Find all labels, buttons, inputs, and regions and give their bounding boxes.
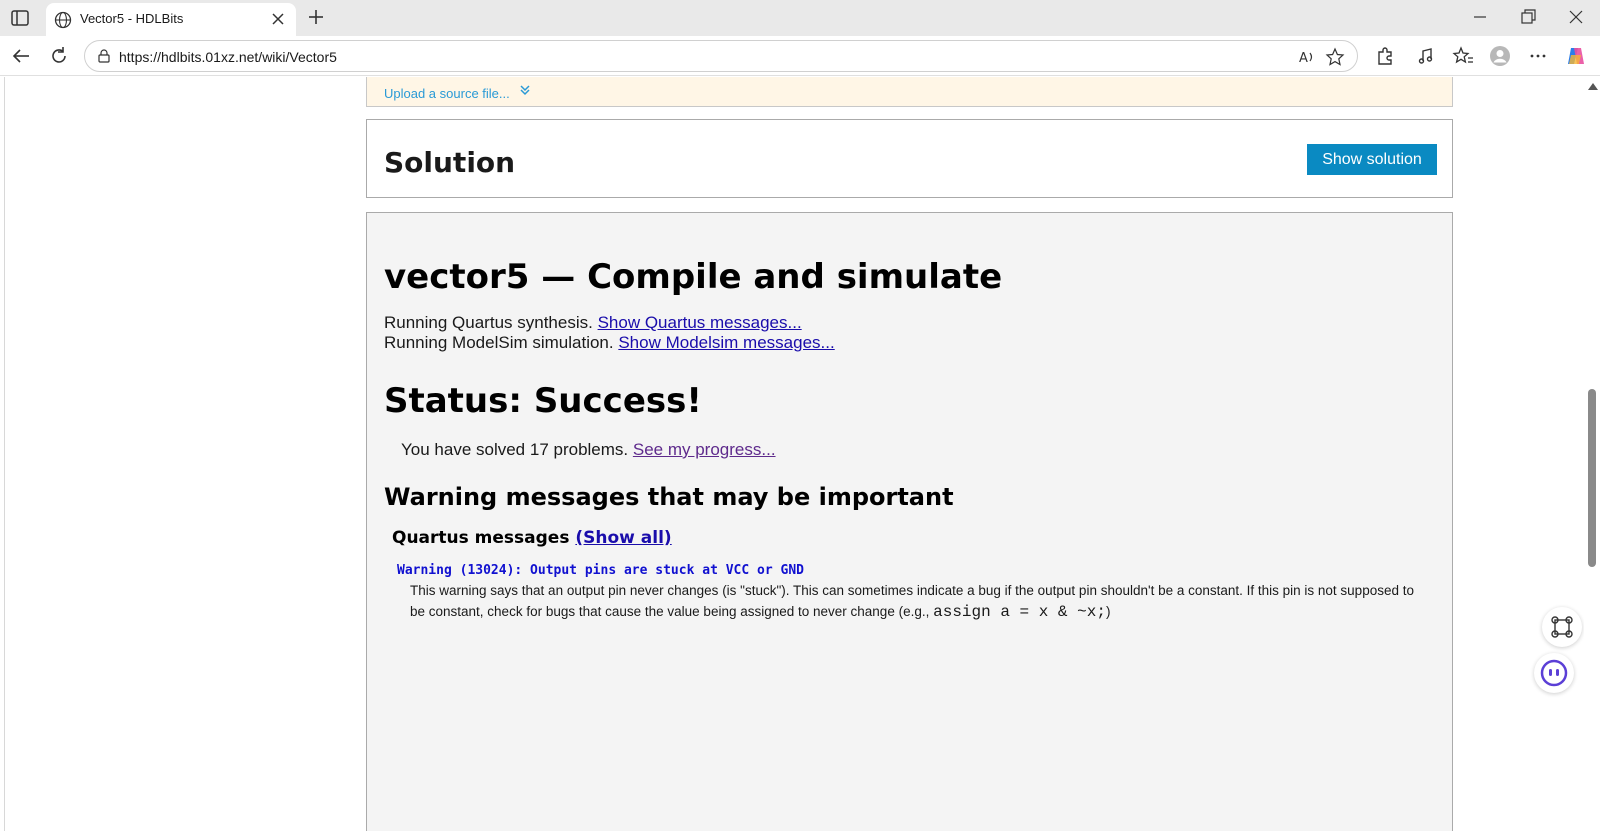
vertical-scrollbar[interactable]	[1584, 77, 1600, 831]
quartus-status-line: Running Quartus synthesis. Show Quartus …	[384, 313, 802, 333]
show-modelsim-messages-link[interactable]: Show Modelsim messages...	[618, 333, 834, 352]
show-quartus-messages-link[interactable]: Show Quartus messages...	[598, 313, 802, 332]
warning-code-example: assign a = x & ~x;	[933, 603, 1106, 621]
favorites-icon[interactable]	[1452, 45, 1474, 67]
upload-panel: Upload a source file...	[366, 77, 1453, 107]
read-aloud-icon[interactable]: A	[1297, 47, 1317, 67]
new-tab-icon[interactable]	[306, 7, 326, 27]
media-control-icon[interactable]	[1415, 45, 1437, 67]
restore-icon[interactable]	[1518, 7, 1538, 27]
solution-heading: Solution	[384, 146, 516, 179]
solved-count-text: You have solved 17 problems.	[401, 440, 629, 459]
site-info-lock-icon[interactable]	[97, 49, 111, 63]
extensions-puzzle-icon[interactable]	[1374, 45, 1396, 67]
page-viewport: Upload a source file... Solution Show so…	[0, 77, 1584, 831]
address-toolbar: https://hdlbits.01xz.net/wiki/Vector5 A	[0, 36, 1600, 76]
floating-apps-button[interactable]	[1542, 607, 1582, 647]
warning-description-text: This warning says that an output pin nev…	[410, 583, 1414, 619]
command-icon	[1551, 616, 1573, 638]
more-options-icon[interactable]	[1527, 45, 1549, 67]
url-text[interactable]: https://hdlbits.01xz.net/wiki/Vector5	[119, 49, 337, 65]
favorite-star-icon[interactable]	[1325, 47, 1345, 67]
minimize-icon[interactable]	[1470, 7, 1490, 27]
quartus-messages-label: Quartus messages	[392, 528, 570, 548]
tab-strip: Vector5 - HDLBits	[0, 0, 1600, 36]
address-field[interactable]: https://hdlbits.01xz.net/wiki/Vector5 A	[84, 40, 1358, 72]
scrollbar-thumb[interactable]	[1588, 389, 1596, 567]
copilot-icon[interactable]	[1565, 45, 1587, 67]
double-chevron-down-icon[interactable]	[519, 84, 531, 96]
browser-tab[interactable]: Vector5 - HDLBits	[46, 3, 296, 36]
close-tab-icon[interactable]	[270, 11, 286, 27]
floating-assistant-button[interactable]	[1534, 653, 1574, 693]
svg-text:A: A	[1299, 51, 1308, 66]
warning-code: Warning (13024): Output pins are stuck a…	[397, 563, 804, 578]
reload-icon[interactable]	[48, 45, 70, 67]
close-window-icon[interactable]	[1566, 7, 1586, 27]
modelsim-status-text: Running ModelSim simulation.	[384, 333, 614, 352]
warning-description-end: )	[1105, 604, 1111, 619]
quartus-messages-heading: Quartus messages (Show all)	[392, 528, 672, 548]
show-all-link[interactable]: (Show all)	[575, 528, 671, 548]
status-heading: Status: Success!	[384, 381, 702, 421]
see-my-progress-link[interactable]: See my progress...	[633, 440, 776, 459]
warning-description: This warning says that an output pin nev…	[410, 580, 1420, 623]
solved-count-line: You have solved 17 problems. See my prog…	[401, 440, 776, 460]
profile-avatar-icon[interactable]	[1489, 45, 1511, 67]
sidebar-divider	[4, 77, 5, 831]
scroll-up-arrow-icon[interactable]	[1588, 83, 1598, 90]
tab-title: Vector5 - HDLBits	[80, 11, 184, 26]
modelsim-status-line: Running ModelSim simulation. Show Models…	[384, 333, 835, 353]
result-title: vector5 — Compile and simulate	[384, 257, 1003, 297]
globe-icon	[54, 11, 72, 29]
upload-source-link[interactable]: Upload a source file...	[384, 86, 510, 101]
back-arrow-icon[interactable]	[10, 45, 32, 67]
warnings-heading: Warning messages that may be important	[384, 483, 954, 511]
quartus-status-text: Running Quartus synthesis.	[384, 313, 593, 332]
sidebar-toggle-icon[interactable]	[10, 8, 30, 28]
show-solution-button[interactable]: Show solution	[1307, 144, 1437, 175]
solution-panel: Solution Show solution	[366, 119, 1453, 198]
assistant-face-icon	[1540, 659, 1568, 687]
compile-result-panel: vector5 — Compile and simulate Running Q…	[366, 212, 1453, 831]
